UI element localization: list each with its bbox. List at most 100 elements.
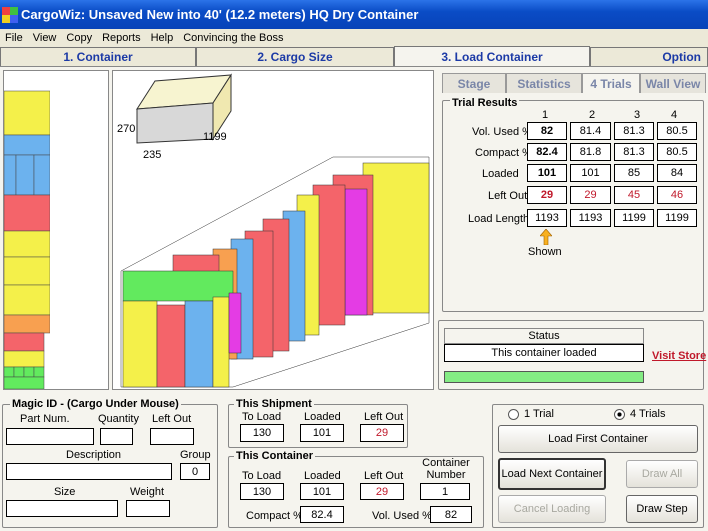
trial-3-vol-used: 81.3 bbox=[614, 122, 654, 140]
menu-help[interactable]: Help bbox=[146, 32, 179, 44]
container-to-load-value: 130 bbox=[240, 483, 284, 500]
trial-1-left-out: 29 bbox=[527, 186, 567, 204]
trial-2-vol-used: 81.4 bbox=[570, 122, 611, 140]
container-loaded-value: 101 bbox=[300, 483, 344, 500]
tab-cargo-size[interactable]: 2. Cargo Size bbox=[196, 47, 394, 66]
cargo-front bbox=[184, 300, 214, 388]
trial-3-left-out: 45 bbox=[614, 186, 654, 204]
container-left-out-value: 29 bbox=[360, 483, 404, 500]
trial-4-vol-used: 80.5 bbox=[657, 122, 697, 140]
trial-1-loaded: 101 bbox=[527, 164, 567, 182]
tab-container[interactable]: 1. Container bbox=[0, 47, 196, 66]
left-out-field[interactable] bbox=[150, 428, 194, 445]
status-text: This container loaded bbox=[444, 344, 644, 362]
draw-all-button[interactable]: Draw All bbox=[626, 460, 698, 488]
trial-3-loaded: 85 bbox=[614, 164, 654, 182]
group-label: Group bbox=[180, 449, 211, 461]
shipment-left-out-value: 29 bbox=[360, 424, 404, 442]
container-3d-panel[interactable]: 270 235 1199 bbox=[112, 70, 434, 390]
quantity-field[interactable] bbox=[100, 428, 133, 445]
cancel-loading-button[interactable]: Cancel Loading bbox=[498, 495, 606, 523]
tab-options[interactable]: Option bbox=[590, 47, 708, 66]
radio-1-trial-label: 1 Trial bbox=[524, 408, 554, 420]
wall-block bbox=[33, 154, 51, 196]
wall-block bbox=[3, 314, 51, 334]
wall-block bbox=[23, 366, 35, 378]
menu-copy[interactable]: Copy bbox=[61, 32, 97, 44]
visit-store-link[interactable]: Visit Store bbox=[652, 350, 706, 362]
row-label-load-length: Load Length bbox=[468, 213, 530, 225]
menu-view[interactable]: View bbox=[28, 32, 62, 44]
radio-4-trials-label: 4 Trials bbox=[630, 408, 666, 420]
container-left-out-label: Left Out bbox=[364, 470, 404, 482]
wall-empty bbox=[50, 71, 108, 389]
row-label-left-out: Left Out bbox=[488, 190, 528, 202]
cargo-front bbox=[228, 292, 242, 354]
trial-4-compact: 80.5 bbox=[657, 143, 697, 161]
radio-4-trials[interactable] bbox=[614, 409, 625, 420]
app-icon bbox=[2, 6, 18, 23]
title-bar: CargoWiz: Unsaved New into 40' (12.2 met… bbox=[0, 0, 708, 29]
wall-block bbox=[3, 194, 51, 232]
box-height: 270 bbox=[117, 123, 136, 135]
cargo-front bbox=[122, 270, 234, 302]
row-label-compact: Compact % bbox=[475, 147, 532, 159]
shipment-left-out-label: Left Out bbox=[364, 411, 404, 423]
description-field[interactable] bbox=[6, 463, 172, 480]
group-field[interactable]: 0 bbox=[180, 463, 210, 480]
trial-4-left-out: 46 bbox=[657, 186, 697, 204]
compact-label: Compact % bbox=[246, 510, 303, 522]
shipment-loaded-value: 101 bbox=[300, 424, 344, 442]
size-label: Size bbox=[54, 486, 76, 498]
description-label: Description bbox=[66, 449, 122, 461]
container-3d-canvas bbox=[120, 73, 430, 388]
subtab-stage[interactable]: Stage bbox=[442, 73, 506, 93]
wall-block bbox=[15, 154, 35, 196]
trial-1-load-length: 1193 bbox=[527, 209, 567, 227]
compact-value: 82.4 bbox=[300, 506, 344, 523]
menu-reports[interactable]: Reports bbox=[97, 32, 146, 44]
wall-block bbox=[3, 350, 45, 368]
shown-label: Shown bbox=[528, 246, 562, 258]
trial-col-3: 3 bbox=[634, 109, 641, 121]
part-num-field[interactable] bbox=[6, 428, 94, 445]
load-next-container-button[interactable]: Load Next Container bbox=[498, 458, 606, 490]
trial-results-title: Trial Results bbox=[450, 97, 520, 109]
trial-2-left-out: 29 bbox=[570, 186, 611, 204]
menu-file[interactable]: File bbox=[0, 32, 28, 44]
window-title: CargoWiz: Unsaved New into 40' (12.2 met… bbox=[21, 7, 419, 22]
shipment-title: This Shipment bbox=[234, 398, 314, 410]
wall-block bbox=[3, 230, 51, 258]
trial-1-compact: 82.4 bbox=[527, 143, 567, 161]
wall-block bbox=[3, 376, 45, 390]
wall-block bbox=[3, 154, 17, 196]
subtab-statistics[interactable]: Statistics bbox=[506, 73, 582, 93]
size-field[interactable] bbox=[6, 500, 118, 517]
shipment-loaded-label: Loaded bbox=[304, 411, 341, 423]
radio-1-trial[interactable] bbox=[508, 409, 519, 420]
container-to-load-label: To Load bbox=[242, 470, 282, 482]
draw-step-button[interactable]: Draw Step bbox=[626, 495, 698, 523]
wall-block bbox=[3, 90, 51, 136]
vol-used-label: Vol. Used % bbox=[372, 510, 432, 522]
row-label-loaded: Loaded bbox=[482, 168, 519, 180]
this-container-title: This Container bbox=[234, 450, 316, 462]
trial-col-4: 4 bbox=[671, 109, 678, 121]
menu-bar: File View Copy Reports Help Convincing t… bbox=[0, 29, 708, 47]
trial-2-load-length: 1193 bbox=[570, 209, 611, 227]
wall-block bbox=[33, 366, 45, 378]
load-first-container-button[interactable]: Load First Container bbox=[498, 425, 698, 453]
wall-view-panel[interactable] bbox=[3, 70, 109, 390]
trial-2-compact: 81.8 bbox=[570, 143, 611, 161]
subtab-4-trials[interactable]: 4 Trials bbox=[582, 73, 640, 93]
trial-4-loaded: 84 bbox=[657, 164, 697, 182]
weight-label: Weight bbox=[130, 486, 165, 498]
tab-load-container[interactable]: 3. Load Container bbox=[394, 46, 590, 67]
wall-block bbox=[3, 332, 45, 352]
weight-field[interactable] bbox=[126, 500, 170, 517]
trial-3-compact: 81.3 bbox=[614, 143, 654, 161]
menu-convincing-boss[interactable]: Convincing the Boss bbox=[178, 32, 288, 44]
cargo-front bbox=[122, 300, 158, 388]
subtab-wall-view[interactable]: Wall View bbox=[640, 73, 706, 93]
row-label-vol-used: Vol. Used % bbox=[472, 126, 532, 138]
